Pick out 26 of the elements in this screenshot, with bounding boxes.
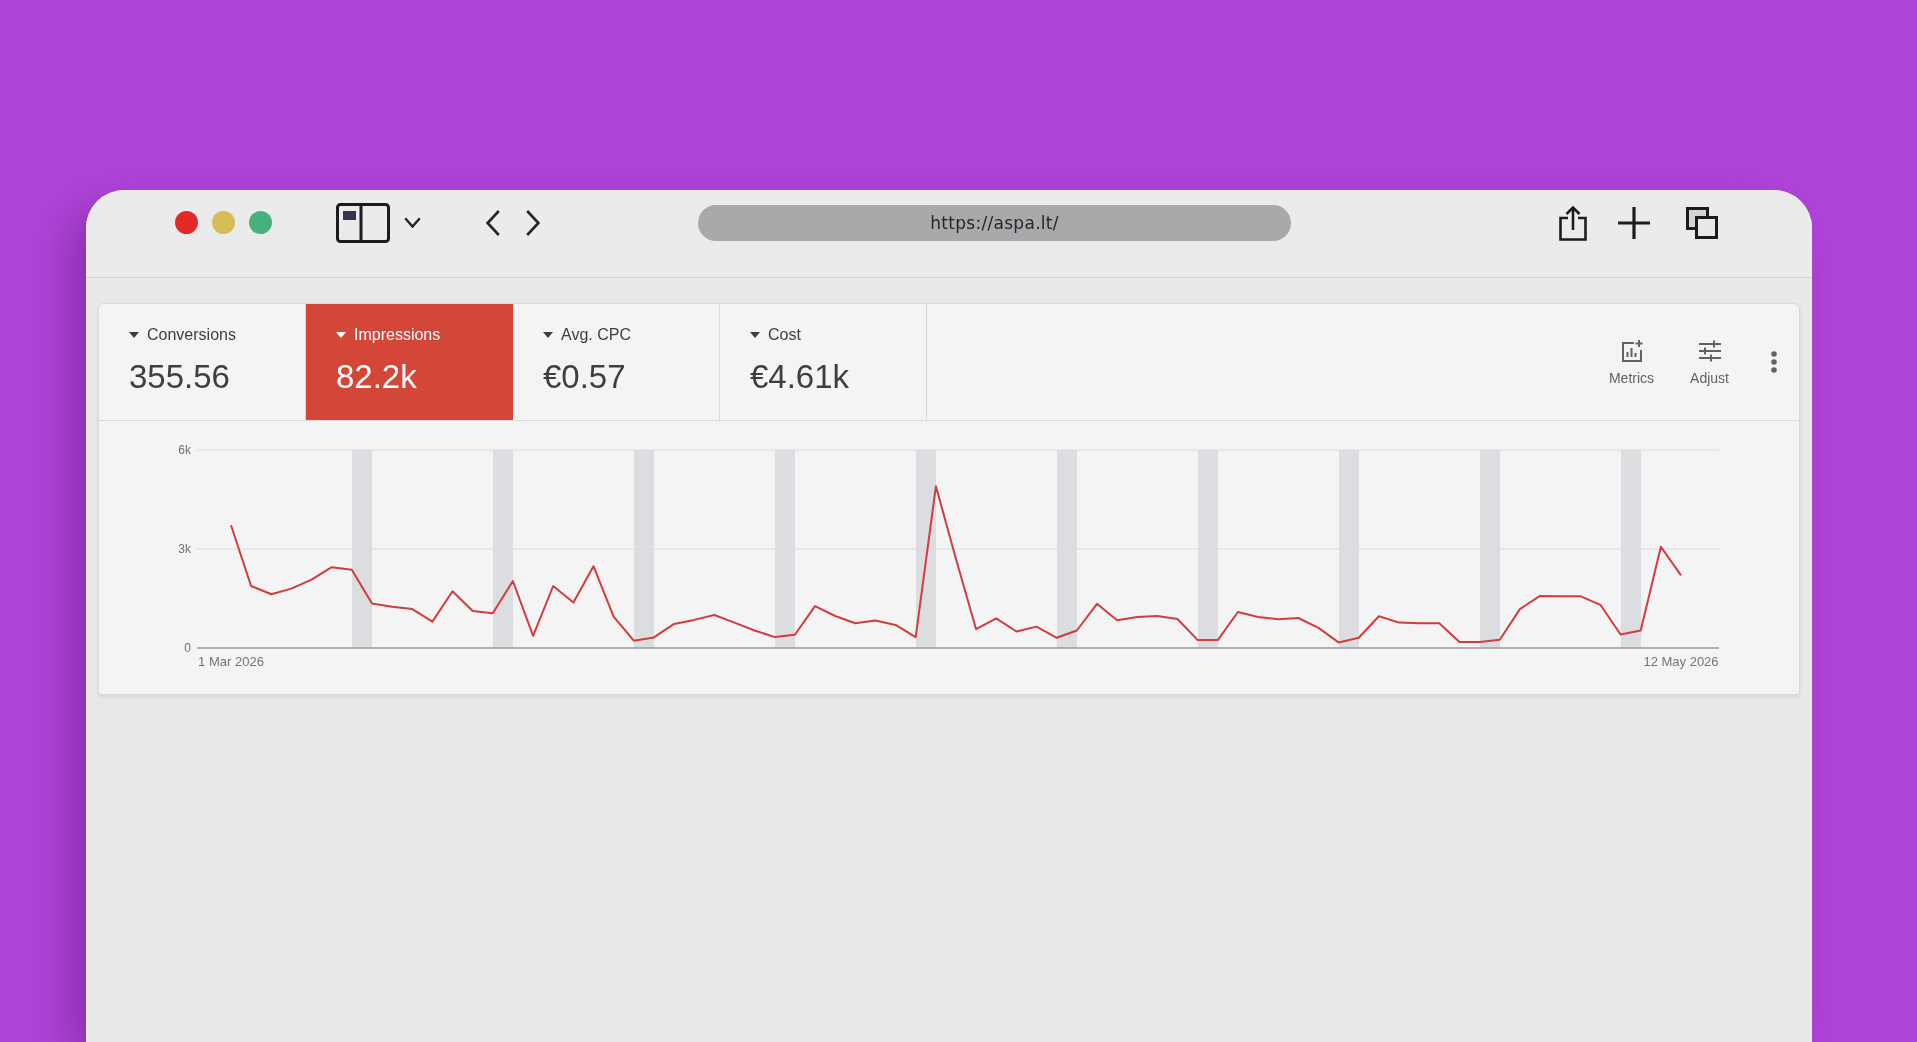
caret-icon xyxy=(129,332,139,338)
metric-tab[interactable]: Impressions 82.2k xyxy=(306,304,513,420)
chevron-down-icon[interactable] xyxy=(404,217,421,228)
axis-label: 1 Mar 2026 xyxy=(198,654,264,669)
axis-label: 0 xyxy=(184,641,191,655)
traffic-light-icon[interactable] xyxy=(175,211,198,234)
share-icon[interactable] xyxy=(1559,204,1587,241)
metric-tab[interactable]: Avg. CPC €0.57 xyxy=(513,304,720,420)
caret-icon xyxy=(750,332,760,338)
plus-icon[interactable] xyxy=(1618,206,1650,239)
axis-label: 6k xyxy=(178,443,191,457)
metric-tab[interactable]: Cost €4.61k xyxy=(720,304,927,420)
more-icon[interactable] xyxy=(1771,351,1777,373)
forward-icon[interactable] xyxy=(526,209,540,236)
caret-icon xyxy=(543,332,553,338)
axis-label: 3k xyxy=(178,542,191,556)
caret-icon xyxy=(336,332,346,338)
adjust-button[interactable]: Adjust xyxy=(1690,338,1729,386)
axis-label: 12 May 2026 xyxy=(1643,654,1719,669)
sidebar-icon[interactable] xyxy=(336,202,390,243)
metrics-button[interactable]: Metrics xyxy=(1608,338,1655,386)
bar-chart-plus-icon xyxy=(1619,338,1644,363)
address-bar[interactable]: https://aspa.lt/ xyxy=(698,204,1291,241)
overlapping-squares-icon[interactable] xyxy=(1686,206,1718,239)
sliders-icon xyxy=(1697,338,1722,363)
back-icon[interactable] xyxy=(486,209,500,236)
